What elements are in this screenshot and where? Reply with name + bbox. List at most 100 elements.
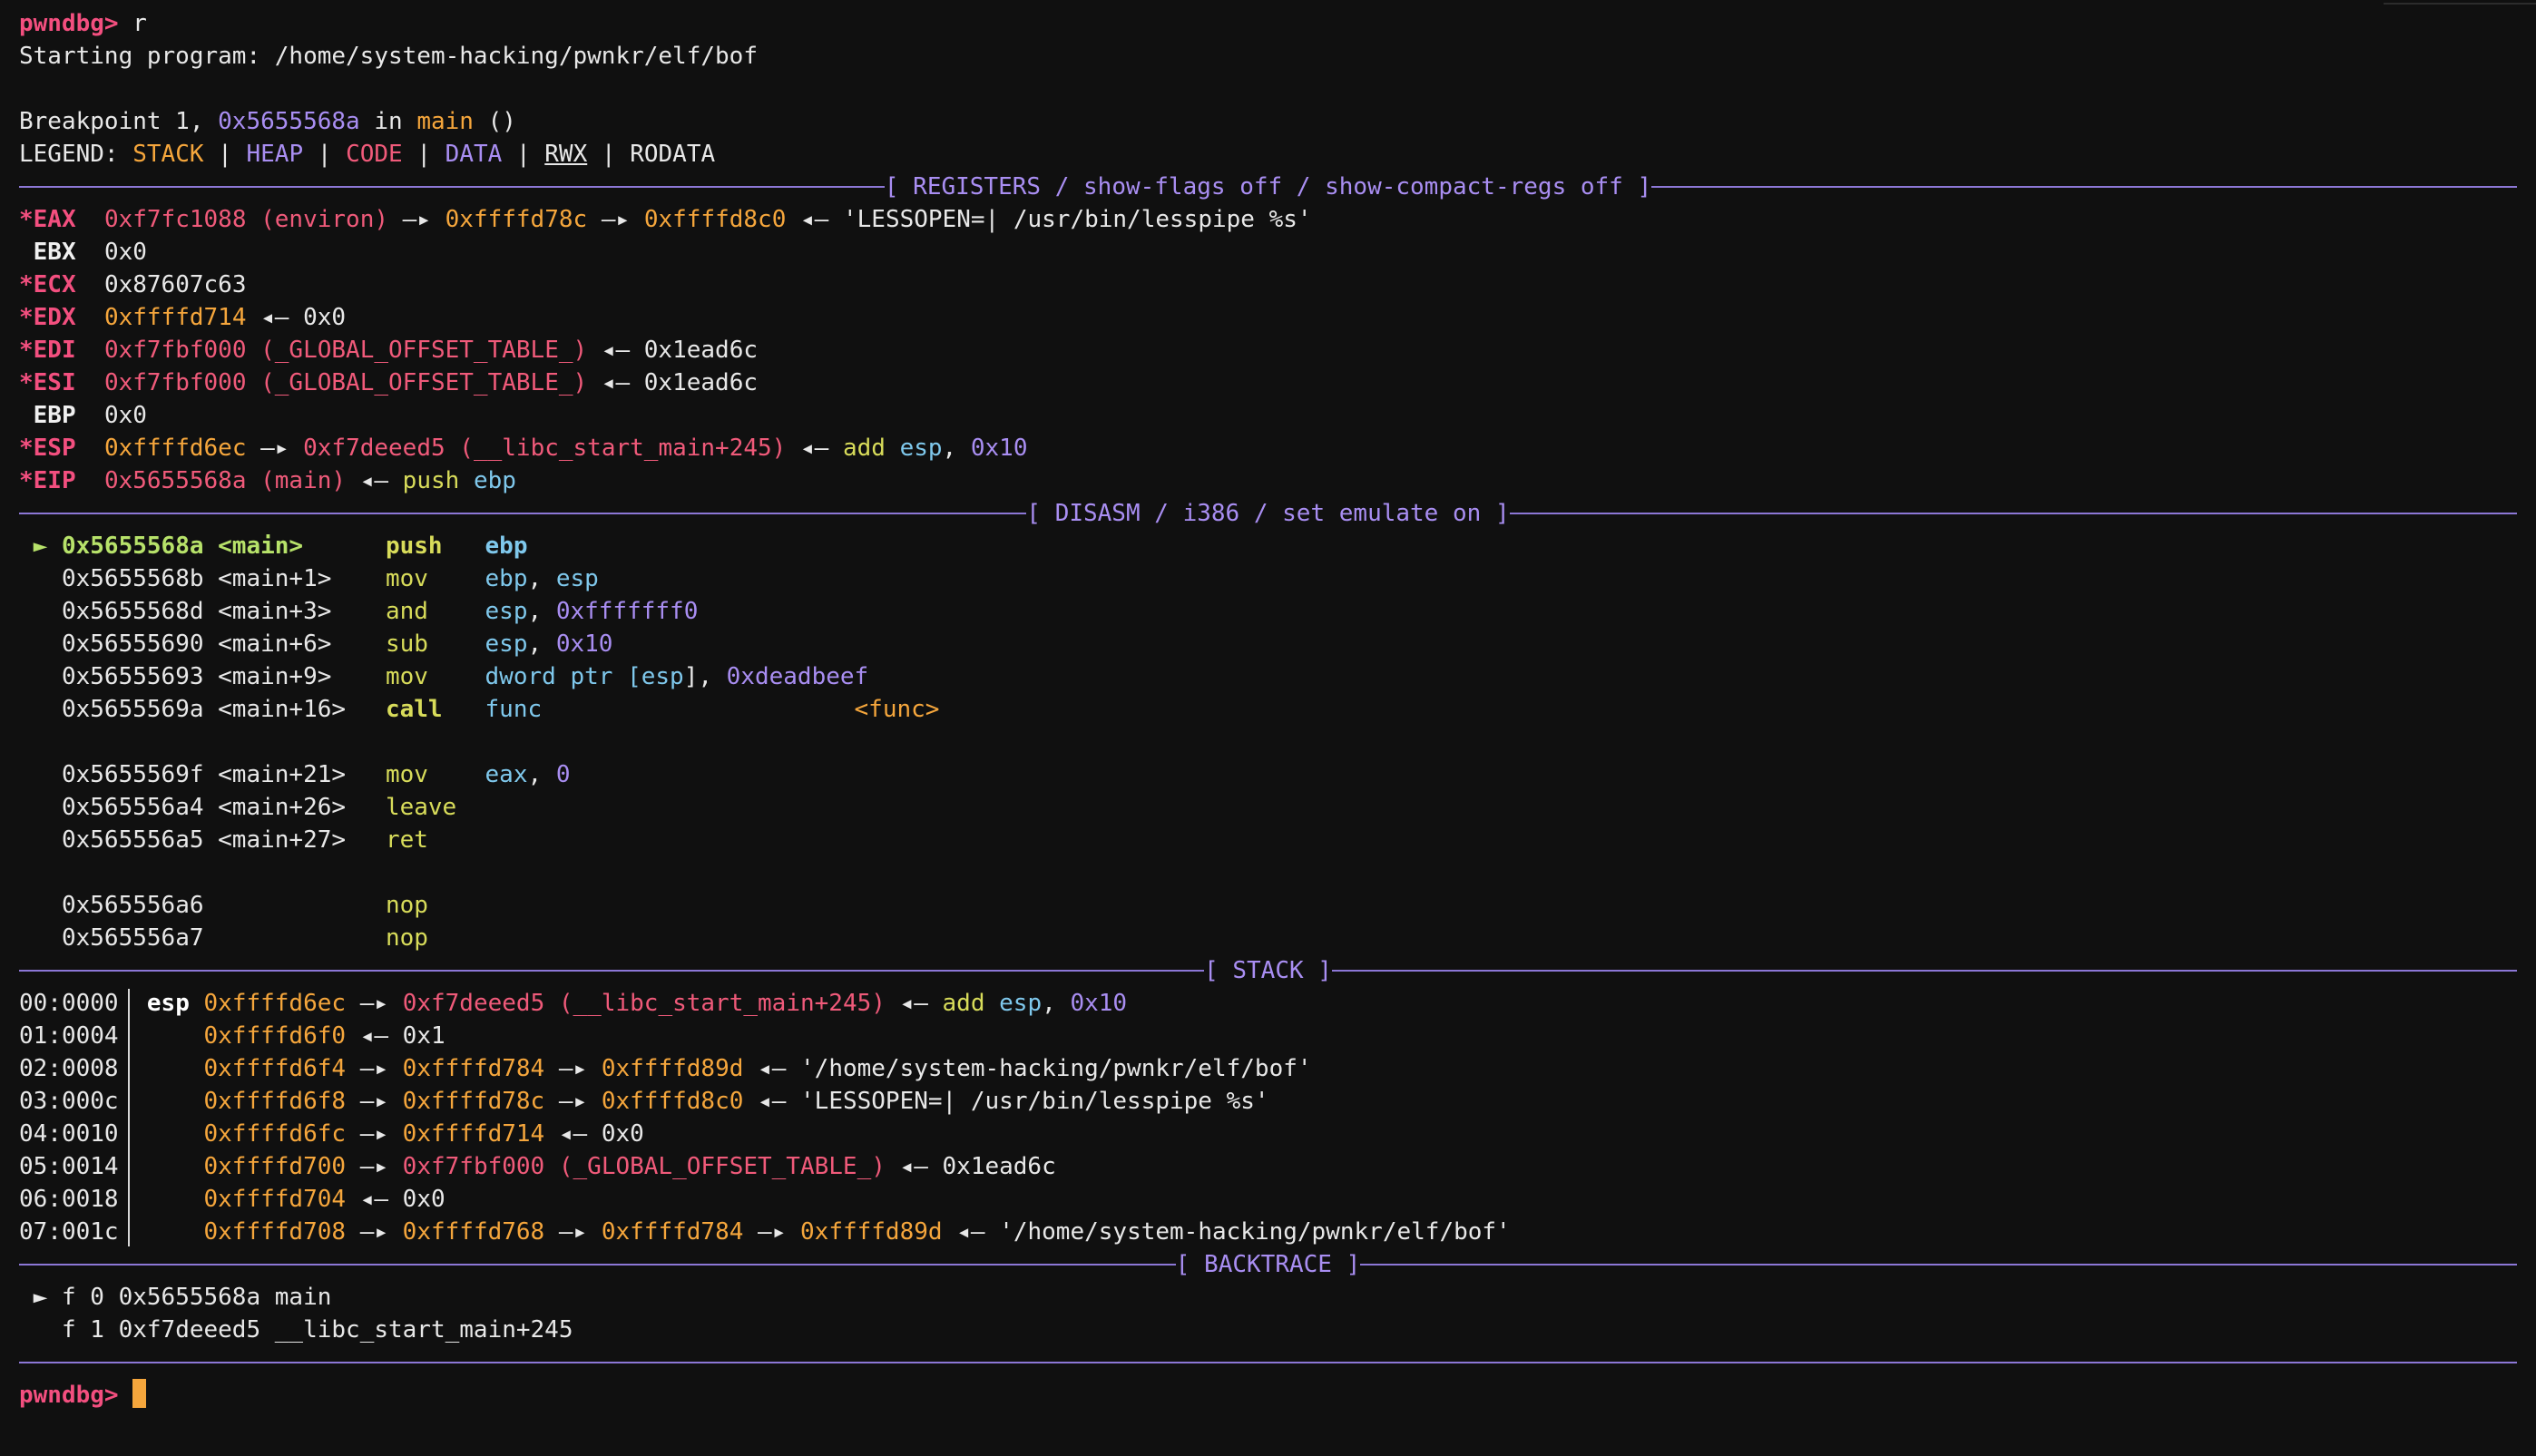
disasm-mnemonic: mov (385, 663, 428, 690)
arrow: —▸ (388, 206, 446, 233)
arrow: —▸ (587, 206, 644, 233)
disasm-operand: esp (485, 630, 528, 658)
string-value: 'LESSOPEN=| /usr/bin/lesspipe %s' (842, 206, 1312, 233)
stack-offset: 04:0010 (19, 1120, 119, 1148)
disasm-mnemonic: nop (385, 924, 428, 952)
disasm-address: 0x5655568b <main+1> (61, 565, 332, 592)
disasm-address: 0x5655569f <main+21> (61, 761, 347, 788)
separator-rule (19, 513, 1027, 514)
deref-value: 0x0 (303, 304, 347, 331)
stack-offset: 05:0014 (19, 1153, 119, 1180)
operand-immediate: 0x10 (970, 435, 1028, 462)
reg-esi: *ESI 0xf7fbf000 (_GLOBAL_OFFSET_TABLE_) … (19, 366, 758, 399)
stack-address: 0xffffd708 (203, 1218, 347, 1246)
arrow: ◂— (587, 369, 644, 396)
stack-offset: 01:0004 (19, 1022, 119, 1050)
arrow: —▸ (346, 990, 403, 1017)
breakpoint-line: Breakpoint 1, 0x5655568a in main () (19, 105, 516, 138)
reg-name: *EIP (19, 467, 76, 494)
prompt-line[interactable]: pwndbg> (19, 1379, 147, 1412)
disasm-line: 0x565556a5 <main+27> ret (19, 824, 428, 856)
stack-address: 0xffffd6ec (203, 990, 347, 1017)
reg-edi: *EDI 0xf7fbf000 (_GLOBAL_OFFSET_TABLE_) … (19, 334, 758, 366)
comma: , (942, 435, 971, 462)
arrow: —▸ (743, 1218, 801, 1246)
disasm-operand: func (485, 696, 543, 723)
arrow: —▸ (346, 1153, 403, 1180)
operand-register: esp (999, 990, 1043, 1017)
stack-title: [ STACK ] (1204, 957, 1332, 984)
stack-row: 05:0014 0xffffd700 —▸ 0xf7fbf000 (_GLOBA… (19, 1150, 1056, 1183)
deref-value: 0x1ead6c (643, 369, 759, 396)
comma: , (1042, 990, 1071, 1017)
disasm-address: 0x565556a4 <main+26> (61, 794, 347, 821)
disasm-operand: esp (485, 598, 528, 625)
instruction: push (402, 467, 460, 494)
arrow: —▸ (246, 435, 304, 462)
disasm-operand: ebp (485, 565, 528, 592)
string-value: '/home/system-hacking/pwnkr/elf/bof' (999, 1218, 1511, 1246)
legend-data: DATA (445, 141, 503, 168)
legend-sep: | (303, 141, 347, 168)
stack-offset: 00:0000 (19, 990, 119, 1017)
disasm-address: 0x5655568a <main> (61, 533, 304, 560)
disasm-line: 0x56555690 <main+6> sub esp, 0x10 (19, 628, 612, 660)
disasm-operand: 0xdeadbeef (726, 663, 869, 690)
disasm-operand: 0x10 (555, 630, 613, 658)
reg-ebx: EBX 0x0 (19, 236, 147, 269)
disasm-title: [ DISASM / i386 / set emulate on ] (1026, 500, 1510, 527)
reg-name: EBP (19, 402, 76, 429)
disasm-line-current: ► 0x5655568a <main> push ebp (19, 530, 528, 562)
reg-name: *EAX (19, 206, 76, 233)
deref-value: 0x1 (402, 1022, 446, 1050)
reg-name: *ESP (19, 435, 76, 462)
pointer: 0xffffd8c0 (643, 206, 787, 233)
command-line: pwndbg> r (19, 7, 147, 40)
pointer: 0xffffd784 (402, 1055, 545, 1082)
legend-sep: | (203, 141, 247, 168)
deref-value: 0x1ead6c (643, 337, 759, 364)
pointer: 0xffffd8c0 (601, 1088, 744, 1115)
legend-line: LEGEND: STACK | HEAP | CODE | DATA | RWX… (19, 138, 715, 171)
disasm-mnemonic: mov (385, 565, 428, 592)
terminal-cursor[interactable] (132, 1379, 147, 1408)
operand-immediate: 0x10 (1070, 990, 1128, 1017)
end-separator-rule (19, 1362, 2517, 1363)
disasm-mnemonic: call (385, 696, 443, 723)
terminal-window[interactable]: pwndbg> r Starting program: /home/system… (0, 0, 2536, 1456)
stack-row: 06:0018 0xffffd704 ◂— 0x0 (19, 1183, 446, 1216)
current-frame-marker-icon: ► (33, 1284, 48, 1311)
disasm-address: 0x5655568d <main+3> (61, 598, 332, 625)
stack-row: 00:0000 esp 0xffffd6ec —▸ 0xf7deeed5 (__… (19, 987, 1127, 1020)
instruction: add (942, 990, 985, 1017)
separator-rule (1509, 513, 2517, 514)
pointer: 0xf7fbf000 (_GLOBAL_OFFSET_TABLE_) (402, 1153, 886, 1180)
pointer: 0xffffd784 (601, 1218, 744, 1246)
arrow: —▸ (346, 1055, 403, 1082)
instruction: add (842, 435, 886, 462)
arrow: ◂— (346, 1022, 403, 1050)
disasm-mnemonic: mov (385, 761, 428, 788)
starting-program-line: Starting program: /home/system-hacking/p… (19, 43, 758, 70)
frame-text: f 0 0x5655568a main (61, 1284, 332, 1311)
reg-ebp: EBP 0x0 (19, 399, 147, 432)
reg-name: *EDX (19, 304, 76, 331)
reg-value: 0x0 (103, 402, 147, 429)
comma: , (527, 565, 556, 592)
current-instruction-marker-icon: ► (33, 533, 48, 560)
disasm-line: 0x5655568d <main+3> and esp, 0xfffffff0 (19, 595, 698, 628)
reg-name: *EDI (19, 337, 76, 364)
arrow: ◂— (246, 304, 304, 331)
stack-header: [ STACK ] (19, 954, 2518, 987)
registers-header: [ REGISTERS / show-flags off / show-comp… (19, 171, 2517, 203)
separator-rule (19, 970, 1205, 972)
reg-eip: *EIP 0x5655568a (main) ◂— push ebp (19, 464, 516, 497)
disasm-address: 0x5655569a <main+16> (61, 696, 347, 723)
arrow: ◂— (885, 990, 943, 1017)
arrow: ◂— (885, 1153, 943, 1180)
command-text: r (132, 10, 147, 37)
stack-address: 0xffffd700 (203, 1153, 347, 1180)
stack-row: 01:0004 0xffffd6f0 ◂— 0x1 (19, 1020, 446, 1052)
reg-esp: *ESP 0xffffd6ec —▸ 0xf7deeed5 (__libc_st… (19, 432, 1027, 464)
reg-value: 0xffffd6ec (103, 435, 247, 462)
